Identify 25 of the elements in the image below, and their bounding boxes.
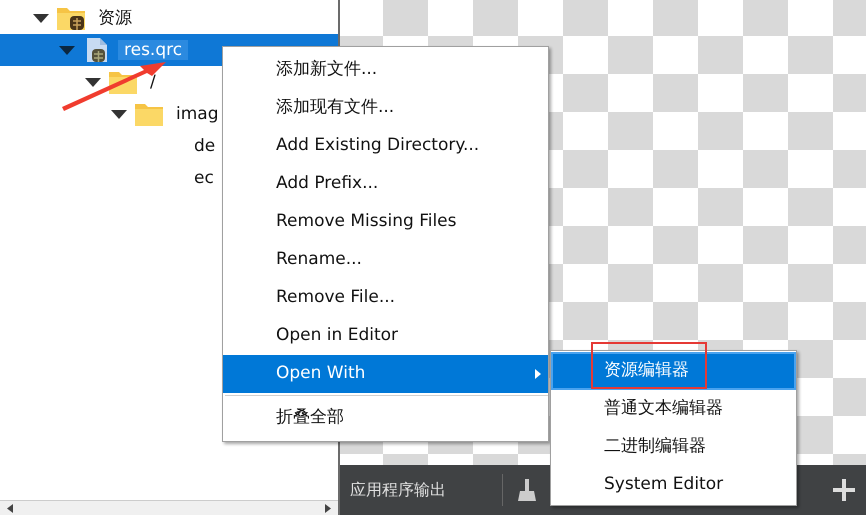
- menu-item[interactable]: Add Prefix...: [223, 165, 548, 203]
- menu-item[interactable]: Open With: [223, 355, 548, 393]
- tree-item[interactable]: de: [188, 136, 222, 156]
- menu-item[interactable]: Add Existing Directory...: [223, 127, 548, 165]
- tree-item[interactable]: /: [144, 72, 162, 92]
- tree-item[interactable]: 资源: [92, 8, 138, 28]
- expand-caret-icon[interactable]: [82, 75, 104, 89]
- brush-icon[interactable]: [517, 477, 537, 503]
- expand-caret-icon[interactable]: [30, 11, 52, 25]
- tree-item[interactable]: ec: [188, 168, 220, 188]
- menu-item[interactable]: 折叠全部: [223, 399, 548, 437]
- menu-item[interactable]: Remove Missing Files: [223, 203, 548, 241]
- menu-item[interactable]: Open in Editor: [223, 317, 548, 355]
- menu-item[interactable]: Remove File...: [223, 279, 548, 317]
- expand-caret-icon[interactable]: [108, 107, 130, 121]
- menu-item[interactable]: 普通文本编辑器: [551, 390, 796, 428]
- tree-item[interactable]: res.qrc: [118, 40, 188, 60]
- menu-item[interactable]: System Editor: [551, 466, 796, 504]
- menu-item[interactable]: Rename...: [223, 241, 548, 279]
- plus-icon[interactable]: [832, 478, 856, 502]
- output-tab[interactable]: 应用程序输出: [350, 478, 446, 502]
- tree-item[interactable]: imag: [170, 104, 224, 124]
- menu-item[interactable]: 二进制编辑器: [551, 428, 796, 466]
- menu-item[interactable]: 资源编辑器: [551, 352, 796, 390]
- menu-item[interactable]: 添加现有文件...: [223, 89, 548, 127]
